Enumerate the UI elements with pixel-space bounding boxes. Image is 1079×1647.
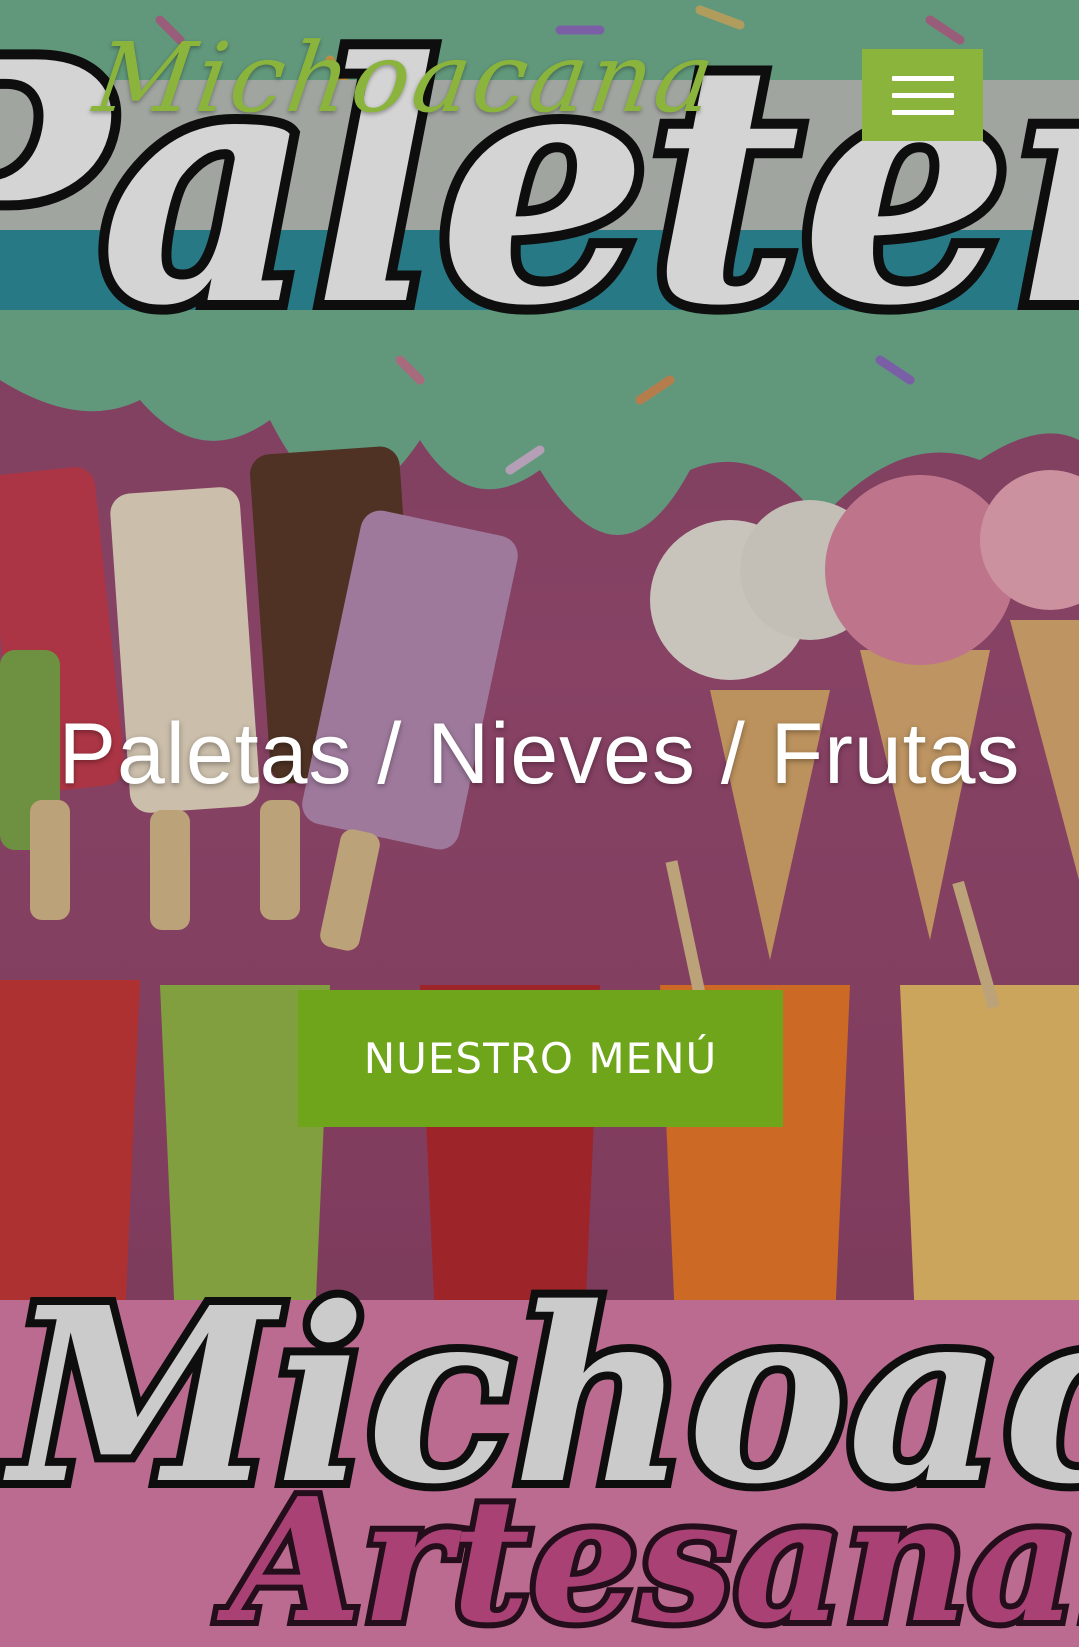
- hero-section: Paleteria: [0, 0, 1079, 1647]
- hamburger-icon-bar: [891, 109, 954, 115]
- hamburger-icon: [891, 75, 954, 81]
- hero-tagline: Paletas / Nieves / Frutas: [58, 706, 1021, 802]
- hero-dark-overlay: [0, 0, 1079, 1647]
- hamburger-icon-bar: [891, 92, 954, 98]
- our-menu-button[interactable]: NUESTRO MENÚ: [298, 990, 783, 1127]
- menu-toggle-button[interactable]: [862, 49, 983, 141]
- site-logo[interactable]: Michoacana: [88, 22, 723, 134]
